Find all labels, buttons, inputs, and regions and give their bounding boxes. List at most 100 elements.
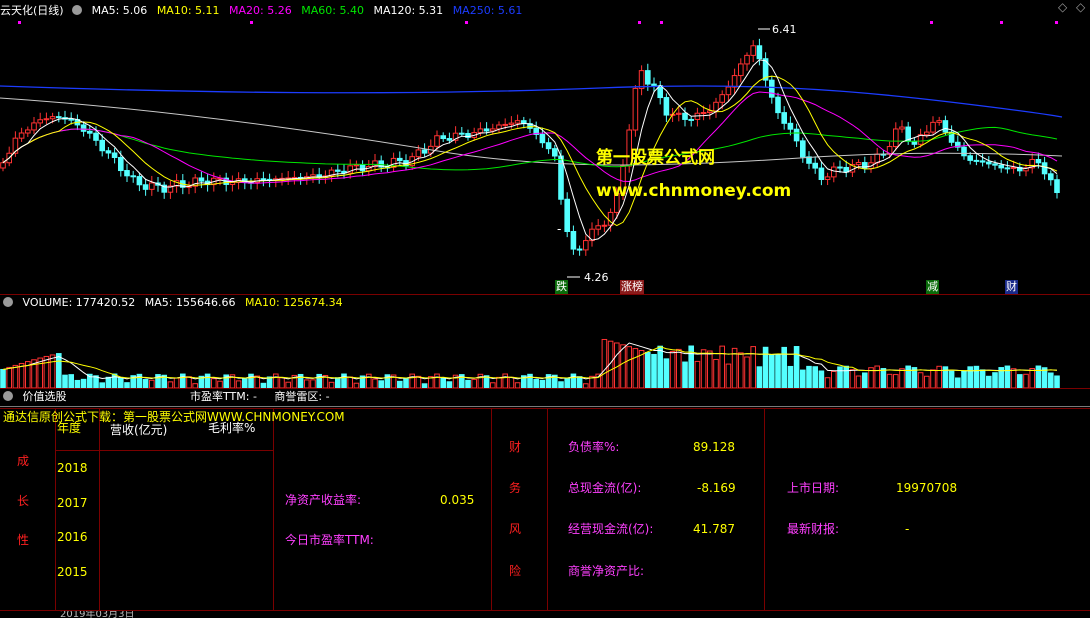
table-col-line (491, 408, 492, 610)
volume-bar (961, 370, 967, 388)
candle-body (837, 166, 843, 169)
settings-circle-icon[interactable] (72, 5, 83, 15)
candlesticks (0, 38, 1060, 256)
ma60-label: MA60: 5.40 (301, 4, 364, 17)
volume-bar (1054, 375, 1060, 388)
volume-bar (434, 373, 440, 388)
candle-body (1035, 158, 1042, 164)
candle-body (688, 118, 695, 121)
event-mark-rank[interactable]: 涨榜 (620, 280, 644, 294)
ma10-line (2, 75, 1058, 227)
volume-bar (694, 360, 701, 388)
table-col-line (764, 408, 765, 610)
price-chart[interactable] (0, 18, 1090, 294)
candle-body (924, 131, 930, 136)
volume-bar (812, 366, 819, 388)
volume-bar (793, 346, 800, 388)
volume-bar (1035, 365, 1042, 388)
formula-banner: 通达信原创公式下载：第一股票公式网WWW.CHNMONEY.COM (3, 410, 345, 424)
candle-body (68, 118, 75, 121)
op-cashflow-label: 经营现金流(亿): (568, 522, 654, 536)
candle-body (713, 101, 719, 112)
indicator-name[interactable]: 价值选股 (23, 390, 67, 403)
volume-bar (304, 379, 310, 388)
list-date-value: 19970708 (896, 481, 958, 495)
bottom-date-partial: 2019年03月3日 (60, 611, 135, 618)
candle-body (831, 166, 837, 178)
volume-bar (1017, 374, 1023, 388)
event-mark-report[interactable]: 财 (1005, 280, 1018, 294)
volume-bar (378, 380, 384, 388)
volume-chart[interactable] (0, 310, 1090, 388)
candle-body (0, 162, 6, 169)
volume-bar (645, 351, 651, 388)
volume-bar (986, 375, 992, 388)
candle-body (812, 162, 819, 169)
event-dot (1055, 21, 1058, 24)
stock-title[interactable]: 云天化(日线) (0, 4, 64, 17)
indicator-settings-icon[interactable] (3, 391, 13, 401)
volume-bar (874, 365, 881, 388)
event-mark-fall[interactable]: 跌 (555, 280, 568, 294)
candle-body (1041, 162, 1048, 175)
candle-body (508, 122, 515, 125)
candle-body (80, 124, 87, 132)
candle-body (787, 122, 794, 130)
high-price-label: 6.41 (772, 23, 797, 36)
candle-body (496, 124, 502, 130)
volume-bar (180, 373, 186, 388)
col-revenue-header: 营收(亿元) (110, 423, 168, 437)
volume-bar (849, 369, 856, 388)
candle-body (142, 184, 149, 190)
collapse-icon[interactable]: ◇ (1076, 1, 1086, 13)
volume-bar (787, 365, 794, 388)
volume-bar (6, 366, 12, 388)
price-header: 云天化(日线) MA5: 5.06 MA10: 5.11 MA20: 5.26 … (0, 3, 1090, 19)
volume-settings-icon[interactable] (3, 297, 13, 307)
candle-body (415, 149, 422, 158)
volume-bar (12, 364, 19, 388)
ma120-line (0, 97, 1063, 166)
volume-bar (409, 373, 415, 388)
volume-bar (917, 372, 924, 388)
ma5-label: MA5: 5.06 (91, 4, 148, 17)
volume-bar (973, 365, 980, 388)
candle-body (198, 177, 205, 182)
volume-bar (142, 379, 149, 388)
cashflow-value: -8.169 (697, 481, 736, 495)
volume-bar (719, 345, 726, 388)
candle-body (18, 132, 25, 139)
candle-body (446, 138, 453, 141)
event-markers (18, 21, 1058, 24)
watermark-title: 第一股票公式网 (596, 148, 715, 168)
event-mark-reduce[interactable]: 减 (926, 280, 939, 294)
volume-bar (335, 377, 341, 388)
volume-bar (632, 348, 639, 388)
volume-bar (415, 375, 422, 388)
candle-body (564, 198, 571, 233)
candle-body (682, 112, 688, 120)
event-dot (250, 21, 253, 24)
volume-bar (1029, 368, 1036, 388)
candle-body (56, 116, 62, 119)
volume-bar (310, 379, 316, 388)
volume-bar (502, 373, 508, 388)
volume-bar (1048, 372, 1054, 388)
restore-icon[interactable]: ◇ (1058, 1, 1068, 13)
candle-body (899, 126, 905, 130)
growth-label-3: 性 (17, 533, 30, 547)
low-price-label: 4.26 (584, 271, 609, 284)
volume-bar (397, 380, 403, 388)
candle-body (1004, 167, 1011, 170)
candle-body (601, 224, 608, 227)
candle-body (979, 160, 986, 163)
candle-body (1010, 166, 1017, 170)
candle-body (942, 120, 949, 133)
candle-body (719, 94, 726, 103)
volume-bar (1010, 368, 1017, 388)
candle-body (973, 159, 980, 162)
volume-bar (204, 373, 211, 388)
candle-body (756, 45, 763, 60)
candle-body (930, 121, 936, 133)
risk-label-1: 财 (509, 440, 522, 454)
